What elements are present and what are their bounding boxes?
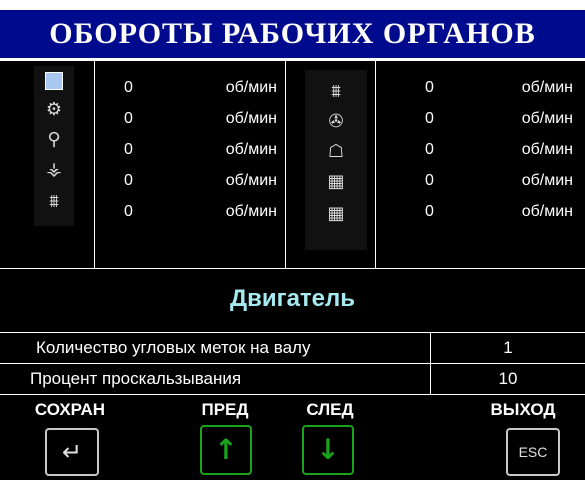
table-top-border <box>0 60 585 61</box>
speed-unit: об/мин <box>225 141 277 158</box>
speed-unit: об/мин <box>225 203 277 220</box>
speed-unit: об/мин <box>521 141 573 158</box>
speed-row: 0 об/мин <box>94 72 285 103</box>
speed-row: 0 об/мин <box>94 165 285 196</box>
reel-icon: ⚙ <box>45 99 63 120</box>
speed-row: 0 об/мин <box>94 134 285 165</box>
screen-icon <box>34 72 74 90</box>
speed-row: 0 об/мин <box>375 165 585 196</box>
esc-icon: ESC <box>518 444 548 460</box>
chopper-icon: ☖ <box>327 141 345 162</box>
speed-row: 0 об/мин <box>375 196 585 227</box>
next-label: СЛЕД <box>306 400 354 419</box>
page-title: ОБОРОТЫ РАБОЧИХ ОРГАНОВ <box>0 10 585 58</box>
prev-button[interactable]: ↑ <box>200 425 252 475</box>
cutter-icon: ⩩ <box>49 191 59 212</box>
next-button[interactable]: ↓ <box>302 425 354 475</box>
sieve-lower-icon: ▦ <box>327 203 345 224</box>
speed-value: 0 <box>425 110 434 127</box>
speed-unit: об/мин <box>225 79 277 96</box>
motor-title: Двигатель <box>229 285 356 312</box>
exit-button[interactable]: ESC <box>506 428 560 476</box>
arrow-down-icon: ↓ <box>316 433 340 466</box>
auger-icon: ⚲ <box>47 129 61 150</box>
title-bar: ОБОРОТЫ РАБОЧИХ ОРГАНОВ <box>0 0 585 60</box>
speed-row: 0 об/мин <box>375 103 585 134</box>
param-value-marks[interactable]: 1 <box>431 332 585 363</box>
speed-value: 0 <box>124 172 133 189</box>
speed-value: 0 <box>124 203 133 220</box>
divider-center <box>285 60 286 268</box>
fan-icon: ✇ <box>328 111 344 132</box>
param-bottom-border <box>0 394 585 395</box>
save-button[interactable]: ↵ <box>45 428 99 476</box>
speed-value: 0 <box>425 172 434 189</box>
speed-value: 0 <box>124 110 133 127</box>
speed-value: 0 <box>124 141 133 158</box>
enter-icon: ↵ <box>61 438 83 466</box>
sieve-icon: ▦ <box>327 171 345 192</box>
speed-row: 0 об/мин <box>375 134 585 165</box>
speed-row: 0 об/мин <box>375 72 585 103</box>
speed-unit: об/мин <box>521 79 573 96</box>
speed-unit: об/мин <box>225 110 277 127</box>
speed-value: 0 <box>425 79 434 96</box>
save-label: СОХРАН <box>34 400 106 419</box>
right-icons-panel: ⩩ ✇ ☖ ▦ ▦ <box>305 70 367 250</box>
speed-unit: об/мин <box>225 172 277 189</box>
table-bottom-border <box>0 268 585 269</box>
speed-unit: об/мин <box>521 203 573 220</box>
arrow-up-icon: ↑ <box>214 433 238 466</box>
speed-value: 0 <box>425 141 434 158</box>
exit-label: ВЫХОД <box>490 400 556 419</box>
param-label-marks: Количество угловых меток на валу <box>36 338 311 357</box>
speed-value: 0 <box>124 79 133 96</box>
speed-row: 0 об/мин <box>94 103 285 134</box>
param-value-slip[interactable]: 10 <box>431 363 585 394</box>
speed-row: 0 об/мин <box>94 196 285 227</box>
speed-value: 0 <box>425 203 434 220</box>
speed-unit: об/мин <box>521 172 573 189</box>
speed-unit: об/мин <box>521 110 573 127</box>
left-icons-panel: ⚙ ⚲ ⚶ ⩩ <box>34 66 74 226</box>
header-icon: ⩩ <box>331 81 341 102</box>
thresher-icon: ⚶ <box>46 159 62 180</box>
prev-label: ПРЕД <box>201 400 249 419</box>
param-label-slip: Процент проскальзывания <box>30 369 242 388</box>
